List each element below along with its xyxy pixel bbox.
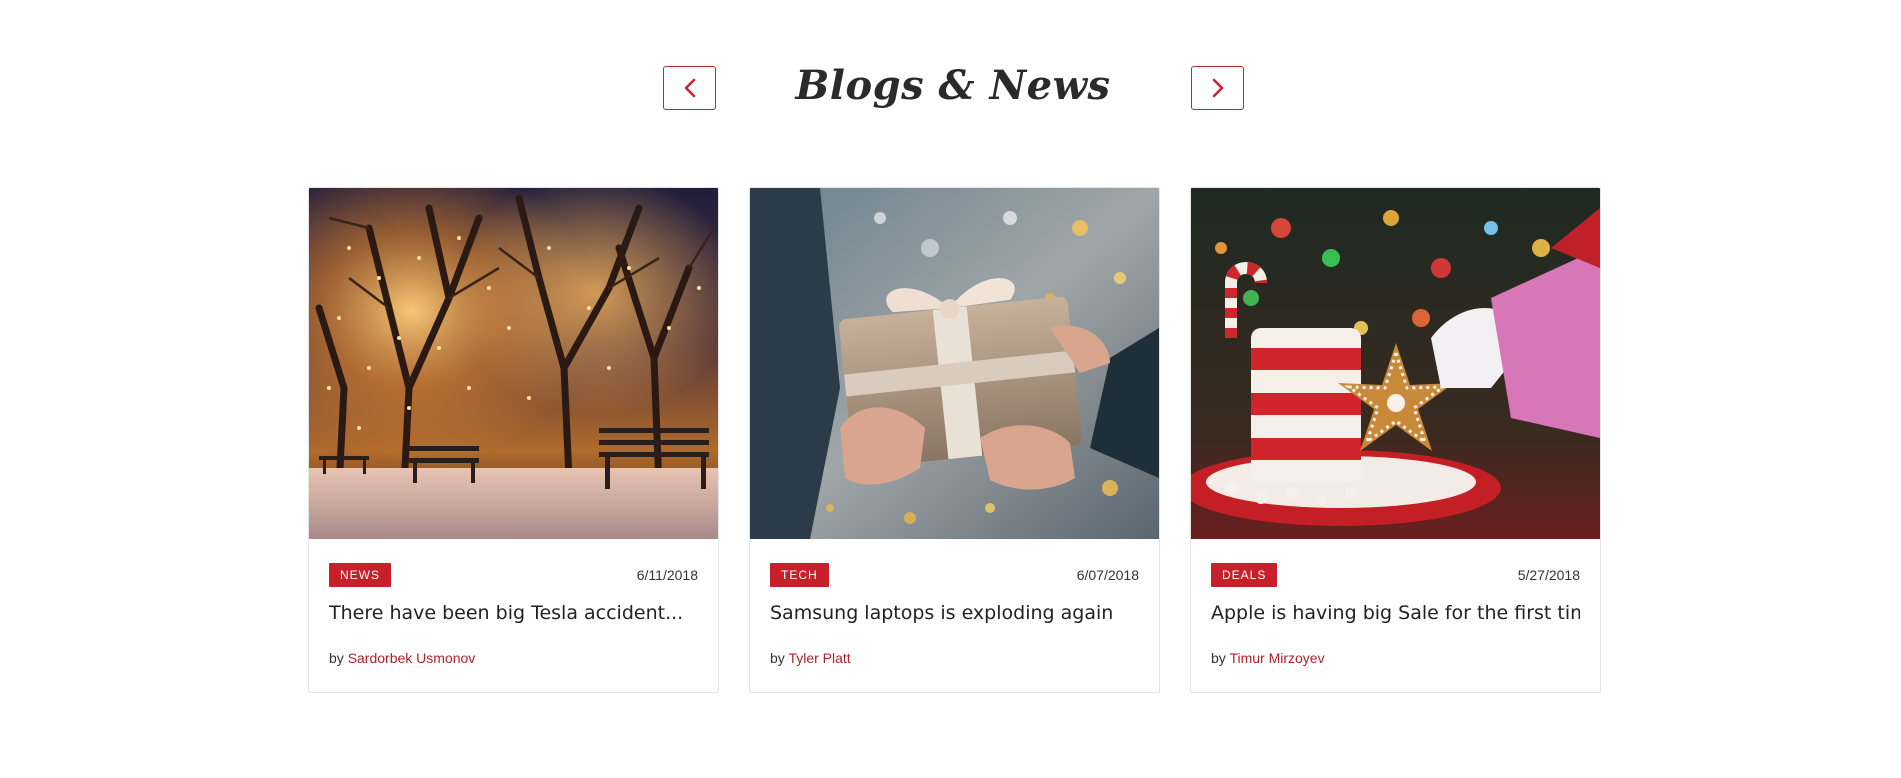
chevron-left-icon: [684, 78, 695, 98]
post-image-snowy-park[interactable]: [309, 188, 718, 539]
category-badge[interactable]: NEWS: [329, 563, 391, 587]
next-slide-button[interactable]: [1191, 66, 1244, 110]
post-image-santa-cookie[interactable]: [1191, 188, 1600, 539]
gift-box-hands-photo: [750, 188, 1159, 539]
post-byline: by Timur Mirzoyev: [1211, 648, 1325, 668]
by-label: by: [770, 650, 785, 666]
post-title[interactable]: There have been big Tesla accident...: [329, 599, 698, 627]
category-badge[interactable]: DEALS: [1211, 563, 1278, 587]
post-image-gift-box[interactable]: [750, 188, 1159, 539]
author-link[interactable]: Timur Mirzoyev: [1229, 650, 1324, 666]
post-date: 6/07/2018: [1076, 567, 1139, 583]
post-date: 6/11/2018: [636, 567, 698, 583]
author-link[interactable]: Sardorbek Usmonov: [348, 650, 476, 666]
card-body: NEWS 6/11/2018 There have been big Tesla…: [329, 539, 698, 692]
blog-card: DEALS 5/27/2018 Apple is having big Sale…: [1190, 187, 1601, 693]
post-byline: by Tyler Platt: [770, 648, 851, 668]
by-label: by: [1211, 650, 1226, 666]
post-date: 5/27/2018: [1517, 567, 1580, 583]
chevron-right-icon: [1212, 78, 1223, 98]
blog-card: TECH 6/07/2018 Samsung laptops is explod…: [749, 187, 1160, 693]
snowy-park-lights-photo: [309, 188, 718, 539]
author-link[interactable]: Tyler Platt: [788, 650, 850, 666]
santa-cookie-mug-photo: [1191, 188, 1600, 539]
category-badge[interactable]: TECH: [770, 563, 829, 587]
blog-card: NEWS 6/11/2018 There have been big Tesla…: [308, 187, 719, 693]
card-body: TECH 6/07/2018 Samsung laptops is explod…: [770, 539, 1139, 692]
blog-section-header: Blogs & News: [0, 0, 1901, 140]
post-byline: by Sardorbek Usmonov: [329, 648, 475, 668]
by-label: by: [329, 650, 344, 666]
card-body: DEALS 5/27/2018 Apple is having big Sale…: [1211, 539, 1580, 692]
post-title[interactable]: Samsung laptops is exploding again: [770, 599, 1139, 627]
post-title[interactable]: Apple is having big Sale for the first t…: [1211, 599, 1580, 627]
section-title: Blogs & News: [795, 62, 1111, 109]
